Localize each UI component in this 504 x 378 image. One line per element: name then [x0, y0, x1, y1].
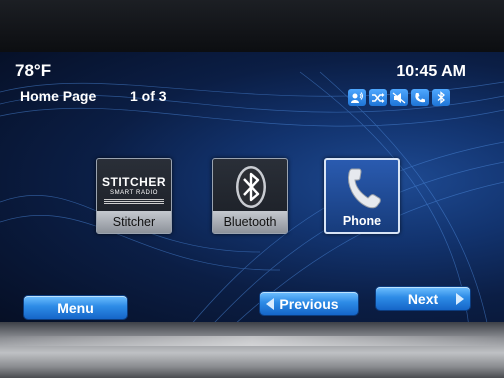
temperature-readout: 78°F [15, 61, 52, 80]
bezel-chrome-shine [0, 336, 504, 346]
bluetooth-app-tile[interactable]: Bluetooth [212, 158, 288, 234]
voice-recognition-icon [348, 89, 366, 106]
page-indicator: 1 of 3 [130, 88, 167, 104]
left-arrow-icon [266, 298, 274, 310]
stitcher-logo: STITCHER SMART RADIO [102, 175, 166, 205]
menu-button-label: Menu [57, 299, 94, 316]
phone-tile-label: Phone [342, 214, 382, 228]
bluetooth-logo-icon [236, 166, 266, 208]
phone-handset-icon [347, 168, 381, 209]
next-button[interactable]: Next [376, 287, 470, 310]
infotainment-screen: 78°F 10:45 AM Home Page 1 of 3 STITCHER … [0, 52, 504, 338]
stitcher-logo-subtext: SMART RADIO [109, 190, 159, 196]
right-arrow-icon [456, 293, 464, 305]
bezel-bottom [0, 322, 504, 378]
mute-icon [390, 89, 408, 106]
next-button-label: Next [407, 290, 439, 307]
page-title: Home Page [20, 88, 97, 104]
previous-button-label: Previous [279, 295, 339, 312]
stitcher-tile-label: Stitcher [97, 211, 171, 233]
shuffle-icon [369, 89, 387, 106]
stitcher-logo-text: STITCHER [102, 175, 166, 189]
bluetooth-tile-label: Bluetooth [213, 211, 287, 233]
stitcher-logo-stripes [104, 199, 164, 205]
status-icon-bar [348, 89, 450, 107]
previous-button[interactable]: Previous [260, 292, 358, 315]
phone-app-tile[interactable]: Phone [324, 158, 400, 234]
bluetooth-icon [432, 89, 450, 106]
stitcher-app-tile[interactable]: STITCHER SMART RADIO Stitcher [96, 158, 172, 234]
clock: 10:45 AM [396, 63, 466, 80]
menu-button[interactable]: Menu [24, 296, 127, 319]
bezel-top [0, 0, 504, 55]
phone-icon [411, 89, 429, 106]
